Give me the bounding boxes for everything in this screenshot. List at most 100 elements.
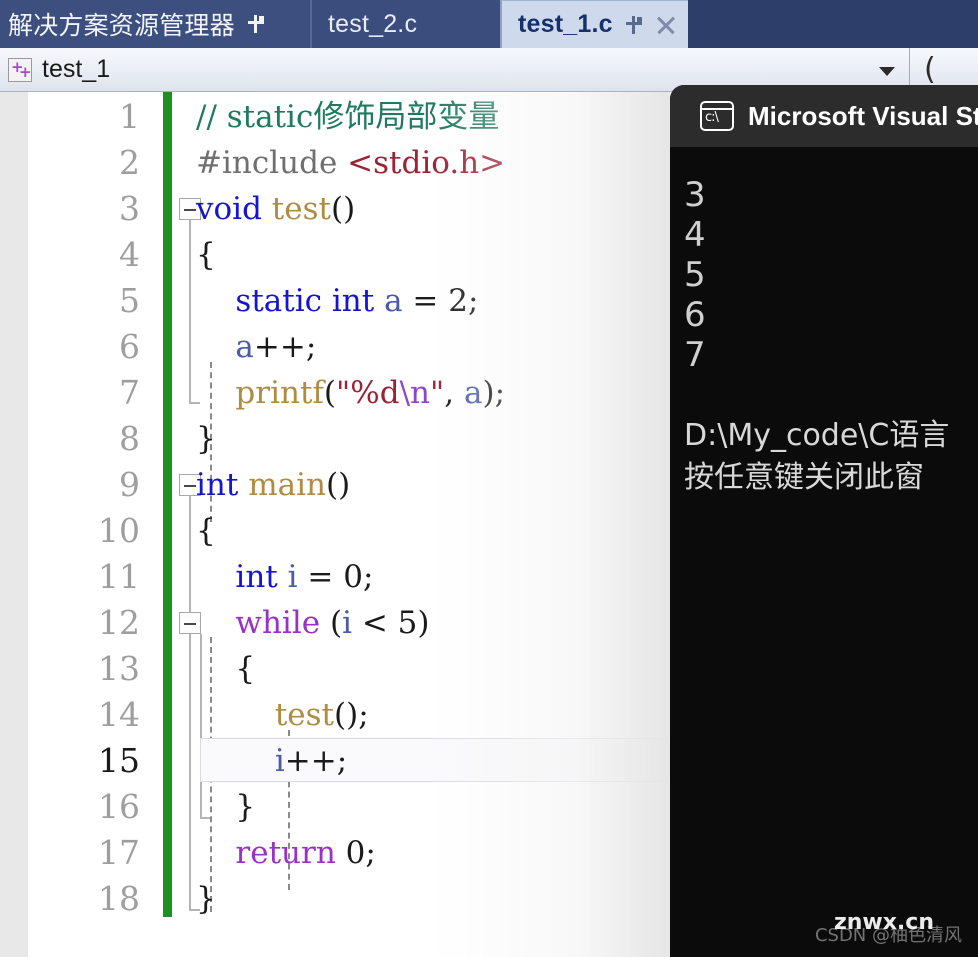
console-output-line: 7 <box>684 335 706 375</box>
line-number: 3 <box>119 189 140 228</box>
token: i <box>287 559 298 595</box>
line-number: 1 <box>119 97 140 136</box>
line-number: 8 <box>119 419 140 458</box>
line-number: 14 <box>98 695 140 734</box>
token: // static修饰局部变量 <box>196 99 500 135</box>
line-number: 7 <box>119 373 140 412</box>
close-icon[interactable] <box>655 14 677 36</box>
line-number: 15 <box>98 741 140 780</box>
token: < <box>351 605 398 641</box>
token: () <box>330 191 356 227</box>
token: return <box>235 835 346 871</box>
line-text: #include <stdio.h> <box>196 140 505 186</box>
pin-icon[interactable] <box>247 14 265 34</box>
line-number: 9 <box>119 465 140 504</box>
tab-test_2-c[interactable]: test_2.c <box>310 0 500 48</box>
token: { <box>196 651 256 687</box>
line-text: while (i < 5) <box>196 600 430 646</box>
chevron-down-icon[interactable] <box>879 66 895 76</box>
console-prompt-line: 按任意键关闭此窗 <box>684 460 924 495</box>
line-number: 16 <box>98 787 140 826</box>
token: static int <box>235 283 385 319</box>
token: = <box>297 559 344 595</box>
token: ); <box>482 375 506 411</box>
line-text: { <box>196 232 216 278</box>
token: i <box>274 743 285 779</box>
line-number: 4 <box>119 235 140 274</box>
console-title-bar[interactable]: c:\ Microsoft Visual Stu <box>670 85 978 147</box>
line-text: int main() <box>196 462 350 508</box>
token: int <box>196 467 249 503</box>
pin-icon[interactable] <box>625 15 643 35</box>
tab-label: test_2.c <box>328 9 418 38</box>
token: i <box>342 605 352 641</box>
token: 2 <box>448 283 468 319</box>
token: test <box>274 697 335 733</box>
tool-window-tab-solution-explorer[interactable]: 解决方案资源管理器 <box>0 0 310 48</box>
line-number: 18 <box>98 879 140 918</box>
line-text: printf("%d\n", a); <box>196 370 505 416</box>
token: } <box>196 881 216 917</box>
tab-test_1-c[interactable]: test_1.c <box>500 0 688 48</box>
token: test <box>271 191 331 227</box>
console-title-text: Microsoft Visual Stu <box>748 100 978 131</box>
token: ) <box>417 605 430 641</box>
line-text: } <box>196 876 216 922</box>
watermark-site: znwx.cn <box>833 910 934 935</box>
solution-explorer-label: 解决方案资源管理器 <box>8 12 235 40</box>
line-text: i++; <box>196 738 347 784</box>
token: " <box>430 375 445 411</box>
console-output-line: 4 <box>684 215 706 255</box>
token: () <box>325 467 351 503</box>
token: ( <box>323 375 337 411</box>
line-number: 11 <box>98 557 140 596</box>
console-output-line: 3 <box>684 175 706 215</box>
console-output-line: 5 <box>684 255 706 295</box>
line-number: 10 <box>98 511 140 550</box>
token: 5 <box>397 605 418 641</box>
line-text: test(); <box>196 692 369 738</box>
token: ++; <box>253 329 317 365</box>
token: a <box>384 283 403 319</box>
console-output: 3 4 5 6 7 D:\My_code\C语言 按任意键关闭此窗 <box>670 147 978 957</box>
tab-strip: 解决方案资源管理器 test_2.c test_1.c <box>0 0 978 48</box>
token: ; <box>365 835 376 871</box>
line-text: // static修饰局部变量 <box>196 94 499 140</box>
token: "%d <box>336 375 400 411</box>
token: a <box>235 329 254 365</box>
token: } <box>196 421 216 457</box>
line-text: { <box>196 508 216 554</box>
token: main <box>248 467 326 503</box>
line-text: a++; <box>196 324 316 370</box>
line-text: return 0; <box>196 830 376 876</box>
token: ; <box>362 559 374 595</box>
line-text: void test() <box>196 186 355 232</box>
plus-glyph-2: + <box>19 62 32 81</box>
token: while <box>235 605 321 641</box>
console-window[interactable]: c:\ Microsoft Visual Stu 3 4 5 6 7 D:\My_code… <box>670 85 978 957</box>
token: printf <box>235 375 324 411</box>
partial-glyph-icon: ( <box>924 52 936 87</box>
token: 0 <box>345 835 366 871</box>
token: a <box>463 375 483 411</box>
token: int <box>235 559 288 595</box>
line-number: 2 <box>119 143 140 182</box>
token: ++; <box>284 743 348 779</box>
line-number: 13 <box>98 649 140 688</box>
token: { <box>196 513 216 549</box>
token: \n <box>399 375 430 411</box>
token: } <box>196 789 256 825</box>
line-number: 6 <box>119 327 140 366</box>
token: ( <box>320 605 343 641</box>
line-text: int i = 0; <box>196 554 373 600</box>
token: #include <box>196 145 348 181</box>
token: void <box>196 191 272 227</box>
